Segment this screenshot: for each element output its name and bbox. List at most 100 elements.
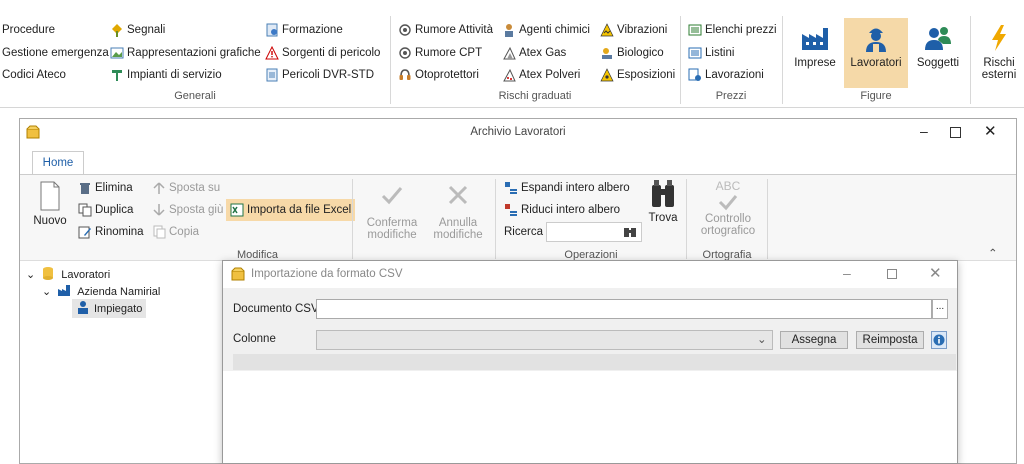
document-icon bbox=[265, 68, 279, 82]
nuovo-button[interactable]: Nuovo bbox=[30, 181, 70, 227]
lavorazioni-icon bbox=[688, 68, 702, 82]
noise-icon bbox=[398, 23, 412, 37]
label: Sposta su bbox=[169, 182, 221, 194]
factory-small-icon bbox=[57, 283, 71, 300]
factory-icon bbox=[800, 24, 830, 52]
sposta-su-button[interactable]: Sposta su bbox=[152, 179, 220, 197]
label: Biologico bbox=[617, 47, 664, 59]
label: Conferma bbox=[366, 217, 418, 229]
duplica-button[interactable]: Duplica bbox=[78, 201, 133, 219]
binoculars-small-icon[interactable] bbox=[623, 225, 637, 242]
browse-button[interactable]: ... bbox=[932, 299, 948, 319]
documento-csv-input[interactable] bbox=[316, 299, 932, 319]
label: esterni bbox=[981, 69, 1017, 81]
group-label-rischi: Rischi graduati bbox=[498, 90, 572, 102]
ribbon-atex-gas[interactable]: Atex Gas bbox=[502, 44, 566, 62]
ribbon-gestione-emergenza[interactable]: Gestione emergenza bbox=[2, 44, 109, 62]
close-button[interactable]: ✕ bbox=[929, 264, 942, 282]
chevron-down-icon[interactable]: ⌄ bbox=[26, 268, 35, 281]
minimize-button[interactable]: – bbox=[920, 123, 928, 139]
ribbon-formazione[interactable]: Formazione bbox=[265, 21, 343, 39]
tree-company[interactable]: ⌄ Azienda Namirial bbox=[42, 283, 160, 300]
maximize-button[interactable] bbox=[950, 127, 961, 138]
cross-icon bbox=[446, 183, 470, 207]
sposta-giu-button[interactable]: Sposta giù bbox=[152, 201, 223, 219]
controllo-ortografico-button[interactable]: ABC Controllo ortografico bbox=[692, 179, 764, 237]
info-icon bbox=[933, 334, 945, 346]
colonne-select[interactable]: ⌄ bbox=[316, 330, 773, 350]
tree-leaf-label: Impiegato bbox=[94, 302, 143, 315]
chevron-down-icon[interactable]: ⌄ bbox=[42, 285, 51, 298]
ribbon-pericoli-dvr[interactable]: Pericoli DVR-STD bbox=[265, 66, 374, 84]
ribbon-rappresentazioni-grafiche[interactable]: Rappresentazioni grafiche bbox=[110, 44, 261, 62]
chevron-down-icon: ⌄ bbox=[757, 334, 767, 346]
label: Lavoratori bbox=[850, 57, 902, 69]
label: Elenchi prezzi bbox=[705, 24, 777, 36]
ribbon-rumore-cpt[interactable]: Rumore CPT bbox=[398, 44, 482, 62]
maximize-button[interactable] bbox=[887, 269, 897, 279]
lavoratori-button[interactable]: Lavoratori bbox=[844, 18, 908, 88]
ribbon-biologico[interactable]: Biologico bbox=[600, 44, 664, 62]
warning-yellow-icon bbox=[600, 68, 614, 82]
documento-csv-label: Documento CSV bbox=[233, 303, 319, 315]
ribbon-procedure[interactable]: Procedure bbox=[2, 21, 55, 39]
tab-home[interactable]: Home bbox=[32, 151, 84, 175]
label: Agenti chimici bbox=[519, 24, 590, 36]
label: Vibrazioni bbox=[617, 24, 668, 36]
label: Controllo bbox=[704, 213, 752, 225]
columns-grid[interactable] bbox=[223, 371, 957, 463]
ricerca-input[interactable] bbox=[546, 222, 642, 242]
ribbon-segnali[interactable]: Segnali bbox=[110, 21, 165, 39]
close-button[interactable]: ✕ bbox=[984, 122, 997, 140]
arrow-down-icon bbox=[152, 203, 166, 217]
ribbon-impianti-servizio[interactable]: Impianti di servizio bbox=[110, 66, 222, 84]
riduci-button[interactable]: Riduci intero albero bbox=[504, 201, 620, 219]
collapse-tree-icon bbox=[504, 203, 518, 217]
trova-button[interactable]: Trova bbox=[646, 179, 680, 224]
collapse-ribbon-icon[interactable]: ⌃ bbox=[988, 246, 998, 260]
ribbon-otoprotettori[interactable]: Otoprotettori bbox=[398, 66, 479, 84]
noise-icon bbox=[398, 46, 412, 60]
group-label-prezzi: Prezzi bbox=[715, 90, 747, 102]
soggetti-button[interactable]: Soggetti bbox=[910, 20, 966, 88]
imprese-button[interactable]: Imprese bbox=[786, 20, 844, 88]
conferma-button[interactable]: Conferma modifiche bbox=[362, 183, 422, 241]
copia-button[interactable]: Copia bbox=[152, 223, 199, 241]
ribbon-esposizioni[interactable]: Esposizioni bbox=[600, 66, 675, 84]
label: Trova bbox=[648, 212, 678, 224]
ribbon-codici-ateco[interactable]: Codici Ateco bbox=[2, 66, 66, 84]
tree-leaf[interactable]: Impiegato bbox=[72, 299, 147, 318]
label: Home bbox=[42, 157, 74, 169]
csv-import-dialog: Importazione da formato CSV – ✕ Document… bbox=[222, 260, 958, 464]
warning-icon bbox=[265, 46, 279, 60]
espandi-button[interactable]: Espandi intero albero bbox=[504, 179, 630, 197]
ribbon-listini[interactable]: Listini bbox=[688, 44, 734, 62]
reimposta-button[interactable]: Reimposta bbox=[856, 331, 924, 349]
importa-excel-button[interactable]: Importa da file Excel bbox=[226, 199, 356, 221]
rischi-esterni-button[interactable]: Rischi esterni bbox=[975, 20, 1023, 90]
label: Rumore Attività bbox=[415, 24, 493, 36]
lightning-icon bbox=[987, 24, 1011, 52]
duplicate-icon bbox=[78, 203, 92, 217]
label: Copia bbox=[169, 226, 200, 238]
ribbon-atex-polveri[interactable]: Atex Polveri bbox=[502, 66, 580, 84]
ribbon-rumore-attivita[interactable]: Rumore Attività bbox=[398, 21, 493, 39]
ribbon-sorgenti-pericolo[interactable]: Sorgenti di pericolo bbox=[265, 44, 380, 62]
elimina-button[interactable]: Elimina bbox=[78, 179, 133, 197]
rinomina-button[interactable]: Rinomina bbox=[78, 223, 144, 241]
annulla-button[interactable]: Annulla modifiche bbox=[428, 183, 488, 241]
ribbon-elenchi-prezzi[interactable]: Elenchi prezzi bbox=[688, 21, 777, 39]
info-button[interactable] bbox=[931, 331, 947, 349]
pipe-icon bbox=[110, 68, 124, 82]
assegna-button[interactable]: Assegna bbox=[780, 331, 848, 349]
ribbon-agenti-chimici[interactable]: Agenti chimici bbox=[502, 21, 590, 39]
tree-root[interactable]: ⌄ Lavoratori bbox=[26, 266, 110, 283]
ribbon-lavorazioni[interactable]: Lavorazioni bbox=[688, 66, 764, 84]
label: Lavorazioni bbox=[705, 69, 764, 81]
ribbon-vibrazioni[interactable]: Vibrazioni bbox=[600, 21, 667, 39]
minimize-button[interactable]: – bbox=[843, 265, 851, 281]
colonne-label: Colonne bbox=[233, 333, 276, 345]
label: Segnali bbox=[127, 24, 166, 36]
label: ortografico bbox=[700, 225, 756, 237]
checkmark-icon bbox=[380, 183, 404, 207]
